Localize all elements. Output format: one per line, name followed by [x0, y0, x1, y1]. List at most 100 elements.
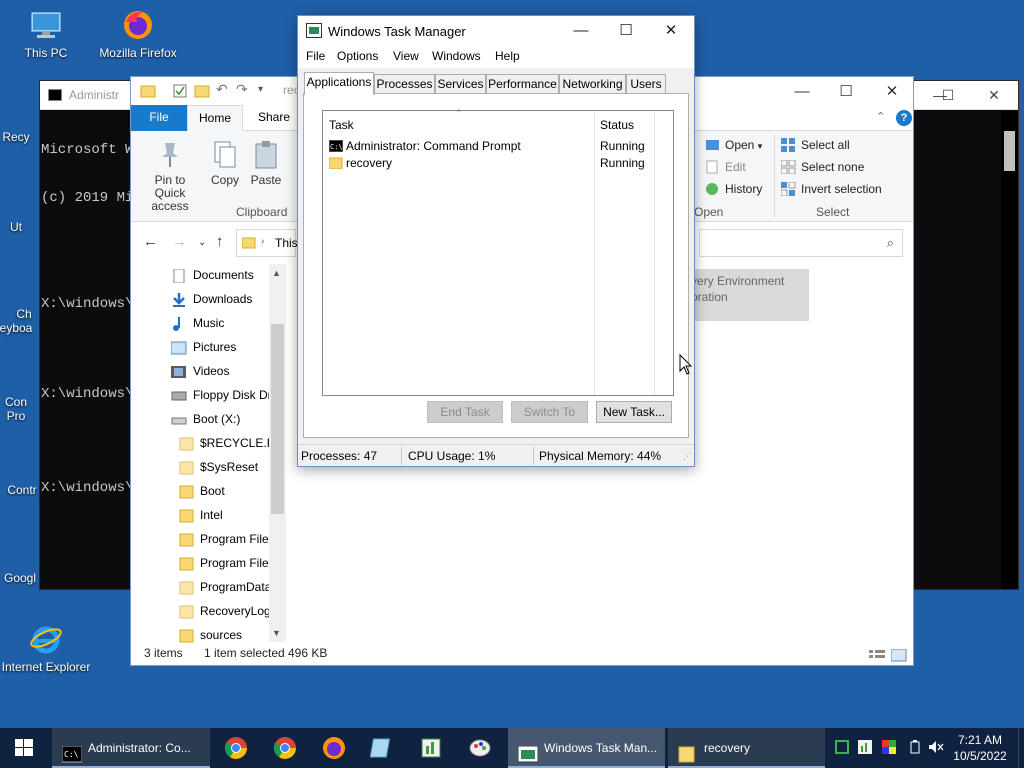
tray-color-icon[interactable]: [882, 740, 896, 754]
forward-icon[interactable]: →: [172, 233, 187, 250]
task-list[interactable]: Task ⌃ Status C:\ Administrator: Command…: [322, 108, 674, 396]
minimize-icon[interactable]: —: [779, 81, 825, 103]
nav-item-recoverylogs[interactable]: RecoveryLogs: [179, 600, 277, 622]
task-manager-title-bar[interactable]: Windows Task Manager — ☐ ✕: [298, 16, 694, 46]
tray-spreadsheet-icon[interactable]: [858, 740, 872, 754]
tray-app-icon[interactable]: [835, 740, 849, 754]
end-task-button[interactable]: End Task: [427, 401, 503, 423]
nav-pane-scrollbar[interactable]: ▲ ▼: [269, 264, 286, 642]
tab-file[interactable]: File: [131, 105, 187, 131]
paste-button[interactable]: Paste: [236, 139, 296, 187]
nav-item-floppy-disk[interactable]: Floppy Disk Dri: [171, 384, 274, 406]
tab-services[interactable]: Services: [435, 74, 486, 94]
nav-item-downloads[interactable]: Downloads: [171, 288, 252, 310]
new-task-button[interactable]: New Task...: [596, 401, 672, 423]
task-manager-tabs: Applications Processes Services Performa…: [304, 72, 694, 95]
maximize-icon[interactable]: ☐: [603, 16, 649, 46]
cmd-scroll-thumb[interactable]: [1004, 131, 1015, 171]
battery-icon[interactable]: [908, 740, 922, 754]
tab-processes[interactable]: Processes: [374, 74, 435, 94]
large-icons-view-icon[interactable]: [890, 646, 907, 665]
nav-item-program-files[interactable]: Program Files: [179, 528, 275, 550]
help-icon[interactable]: ?: [896, 110, 912, 126]
navigation-pane[interactable]: Documents Downloads Music Pictures Video…: [131, 264, 287, 647]
nav-item-videos[interactable]: Videos: [171, 360, 229, 382]
new-folder-icon[interactable]: [194, 83, 210, 99]
nav-scroll-thumb[interactable]: [271, 324, 284, 514]
close-icon[interactable]: ✕: [974, 85, 1014, 105]
undo-icon[interactable]: ↶: [216, 81, 232, 97]
taskbar-app-task-manager[interactable]: Windows Task Man...: [508, 728, 665, 768]
notepad-icon[interactable]: [369, 736, 394, 760]
nav-item-sysreset[interactable]: $SysReset: [179, 456, 258, 478]
nav-item-music[interactable]: Music: [171, 312, 224, 334]
properties-icon[interactable]: [172, 83, 188, 99]
taskbar-clock[interactable]: 7:21 AM 10/5/2022: [948, 732, 1012, 764]
open-button[interactable]: Open ▾: [705, 135, 762, 155]
invert-selection-button[interactable]: Invert selection: [780, 179, 882, 199]
firefox-icon[interactable]: [322, 736, 346, 760]
minimize-icon[interactable]: —: [558, 16, 604, 46]
select-none-button[interactable]: Select none: [780, 157, 864, 177]
nav-item-boot-drive[interactable]: Boot (X:): [171, 408, 240, 430]
pin-to-quick-access-button[interactable]: Pin to Quick access: [139, 139, 201, 213]
edit-button[interactable]: Edit: [705, 157, 746, 177]
tab-networking[interactable]: Networking: [559, 74, 626, 94]
menu-file[interactable]: File: [306, 49, 325, 63]
close-icon[interactable]: ✕: [648, 16, 694, 46]
tab-home[interactable]: Home: [187, 105, 243, 131]
task-row[interactable]: recovery Running: [328, 155, 669, 172]
desktop-icon-firefox[interactable]: Mozilla Firefox: [92, 8, 184, 60]
tab-applications[interactable]: Applications: [304, 72, 374, 95]
tab-users[interactable]: Users: [626, 74, 666, 94]
tab-performance[interactable]: Performance: [486, 74, 559, 94]
up-icon[interactable]: ↑: [216, 233, 224, 250]
address-bar[interactable]: › This: [236, 229, 298, 257]
maximize-icon[interactable]: ☐: [928, 85, 968, 105]
select-all-button[interactable]: Select all: [781, 135, 850, 155]
menu-view[interactable]: View: [393, 49, 419, 63]
maximize-icon[interactable]: ☐: [823, 81, 869, 103]
search-input[interactable]: ⌕: [699, 229, 903, 257]
nav-item-intel[interactable]: Intel: [179, 504, 223, 526]
menu-help[interactable]: Help: [495, 49, 520, 63]
nav-item-pictures[interactable]: Pictures: [170, 336, 236, 358]
redo-icon[interactable]: ↷: [236, 81, 252, 97]
spreadsheet-icon[interactable]: [419, 736, 443, 760]
nav-item-programdata[interactable]: ProgramData: [179, 576, 271, 598]
history-button[interactable]: History: [705, 179, 762, 199]
scroll-up-icon[interactable]: ▲: [272, 268, 281, 278]
column-header-task[interactable]: Task: [329, 118, 354, 132]
paint-icon[interactable]: [468, 736, 492, 760]
taskbar-app-command-prompt[interactable]: C:\ Administrator: Co...: [52, 728, 210, 768]
task-manager-window[interactable]: Windows Task Manager — ☐ ✕ File Options …: [297, 15, 695, 467]
menu-options[interactable]: Options: [337, 49, 378, 63]
chrome-icon[interactable]: [273, 736, 297, 760]
column-header-status[interactable]: Status: [600, 118, 634, 132]
nav-item-documents[interactable]: Documents: [171, 264, 254, 286]
chrome-icon[interactable]: [224, 736, 248, 760]
selected-file-item[interactable]: very Environment oration: [691, 269, 809, 321]
switch-to-button[interactable]: Switch To: [511, 401, 588, 423]
close-icon[interactable]: ✕: [869, 81, 913, 103]
scroll-down-icon[interactable]: ▼: [272, 628, 281, 638]
tab-share[interactable]: Share: [251, 105, 297, 131]
volume-muted-icon[interactable]: [928, 740, 944, 754]
nav-item-boot[interactable]: Boot: [179, 480, 225, 502]
show-desktop-button[interactable]: [1018, 728, 1024, 768]
details-view-icon[interactable]: [869, 646, 885, 665]
task-row[interactable]: C:\ Administrator: Command Prompt Runnin…: [328, 138, 669, 155]
customize-quick-access-icon[interactable]: ▾: [258, 84, 274, 100]
ribbon-collapse-icon[interactable]: ⌃: [876, 110, 885, 123]
back-icon[interactable]: ←: [143, 233, 158, 250]
breadcrumb[interactable]: This: [275, 236, 298, 250]
desktop-icon-this-pc[interactable]: This PC: [0, 8, 92, 60]
nav-item-program-files-x86[interactable]: Program Files: [179, 552, 275, 574]
start-button[interactable]: [0, 728, 48, 768]
menu-windows[interactable]: Windows: [432, 49, 481, 63]
desktop-icon-internet-explorer[interactable]: Internet Explorer: [0, 622, 92, 674]
cmd-scrollbar[interactable]: [1001, 111, 1018, 589]
taskbar-app-recovery[interactable]: recovery: [668, 728, 825, 768]
resize-grip-icon[interactable]: ⋰: [683, 451, 692, 462]
recent-locations-icon[interactable]: ⌄: [198, 237, 206, 248]
